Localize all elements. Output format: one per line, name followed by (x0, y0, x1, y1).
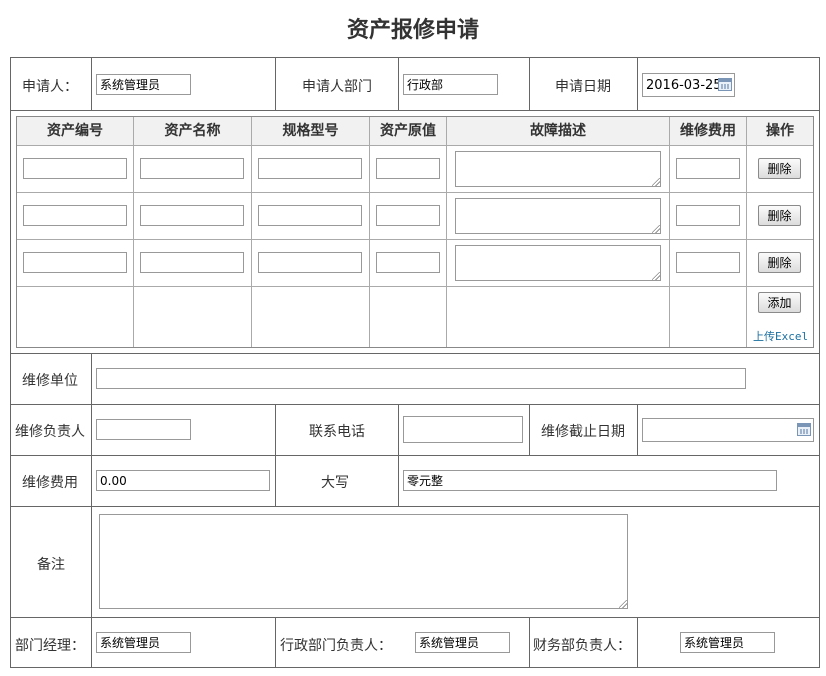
column-header-action: 操作 (747, 117, 813, 145)
divider (10, 506, 820, 507)
admin-head-input[interactable] (415, 632, 510, 653)
column-header-spec: 规格型号 (252, 117, 369, 145)
applicant-label: 申请人： (22, 79, 78, 95)
asset-table (16, 116, 814, 348)
finance-head-label: 财务部负责人： (533, 638, 631, 654)
divider (91, 617, 92, 668)
department-input[interactable] (403, 74, 498, 95)
divider (398, 57, 399, 110)
column-header-asset-no: 资产编号 (17, 117, 133, 145)
divider (637, 617, 638, 668)
delete-row-button[interactable]: 删除 (758, 205, 801, 226)
column-header-asset-name: 资产名称 (134, 117, 251, 145)
table-rule (17, 286, 813, 287)
delete-row-button[interactable]: 删除 (758, 252, 801, 273)
divider (275, 57, 276, 110)
divider (10, 404, 820, 405)
asset-name-input[interactable] (140, 158, 244, 179)
fault-textarea[interactable] (455, 198, 661, 234)
divider (91, 57, 92, 110)
calendar-icon[interactable] (797, 423, 811, 436)
table-rule (17, 192, 813, 193)
original-value-input[interactable] (376, 205, 440, 226)
table-rule (669, 117, 670, 347)
spec-input[interactable] (258, 252, 362, 273)
asset-name-input[interactable] (140, 205, 244, 226)
table-rule (133, 117, 134, 347)
repair-cost-label: 维修费用 (22, 475, 78, 491)
divider (10, 455, 820, 456)
fault-textarea[interactable] (455, 151, 661, 187)
divider (637, 57, 638, 110)
divider (529, 404, 530, 455)
spec-input[interactable] (258, 158, 362, 179)
repair-cost-input[interactable] (96, 470, 270, 491)
add-row-button[interactable]: 添加 (758, 292, 801, 313)
repair-unit-input[interactable] (96, 368, 746, 389)
calendar-icon[interactable] (718, 78, 732, 91)
fault-textarea-wrap (455, 245, 661, 281)
phone-label: 联系电话 (309, 424, 365, 440)
cost-input[interactable] (676, 205, 740, 226)
deadline-input[interactable] (642, 418, 814, 442)
divider (10, 617, 820, 618)
dept-manager-input[interactable] (96, 632, 191, 653)
table-rule (746, 117, 747, 347)
table-rule (251, 117, 252, 347)
divider (10, 353, 820, 354)
repair-manager-label: 维修负责人 (15, 424, 85, 440)
original-value-input[interactable] (376, 158, 440, 179)
original-value-input[interactable] (376, 252, 440, 273)
table-rule (369, 117, 370, 347)
admin-head-label: 行政部门负责人： (280, 638, 392, 654)
delete-row-button[interactable]: 删除 (758, 158, 801, 179)
asset-no-input[interactable] (23, 205, 127, 226)
asset-name-input[interactable] (140, 252, 244, 273)
cost-input[interactable] (676, 252, 740, 273)
uppercase-input[interactable] (403, 470, 777, 491)
finance-head-input[interactable] (680, 632, 775, 653)
remark-textarea[interactable] (99, 514, 628, 609)
table-rule (17, 239, 813, 240)
page-title: 资产报修申请 (346, 17, 479, 43)
repair-manager-input[interactable] (96, 419, 191, 440)
phone-input[interactable] (403, 416, 523, 443)
divider (398, 404, 399, 506)
divider (637, 404, 638, 455)
remark-label: 备注 (37, 557, 65, 573)
column-header-original-value: 资产原值 (370, 117, 446, 145)
spec-input[interactable] (258, 205, 362, 226)
column-header-cost: 维修费用 (670, 117, 746, 145)
repair-unit-label: 维修单位 (22, 373, 78, 389)
divider (275, 404, 276, 506)
upload-excel-link[interactable]: 上传Excel (753, 328, 808, 344)
applicant-input[interactable] (96, 74, 191, 95)
asset-no-input[interactable] (23, 252, 127, 273)
table-rule (17, 145, 813, 146)
divider (529, 617, 530, 668)
fault-textarea-wrap (455, 198, 661, 234)
dept-manager-label: 部门经理： (15, 638, 85, 654)
fault-textarea-wrap (455, 151, 661, 187)
deadline-label: 维修截止日期 (541, 424, 625, 440)
fault-textarea[interactable] (455, 245, 661, 281)
department-label: 申请人部门 (302, 79, 372, 95)
divider (529, 57, 530, 110)
remark-textarea-wrap (99, 514, 628, 609)
divider (275, 617, 276, 668)
table-rule (446, 117, 447, 347)
uppercase-label: 大写 (321, 475, 349, 491)
divider (91, 353, 92, 617)
asset-no-input[interactable] (23, 158, 127, 179)
column-header-fault: 故障描述 (447, 117, 669, 145)
divider (10, 110, 820, 111)
date-label: 申请日期 (555, 79, 611, 95)
cost-input[interactable] (676, 158, 740, 179)
